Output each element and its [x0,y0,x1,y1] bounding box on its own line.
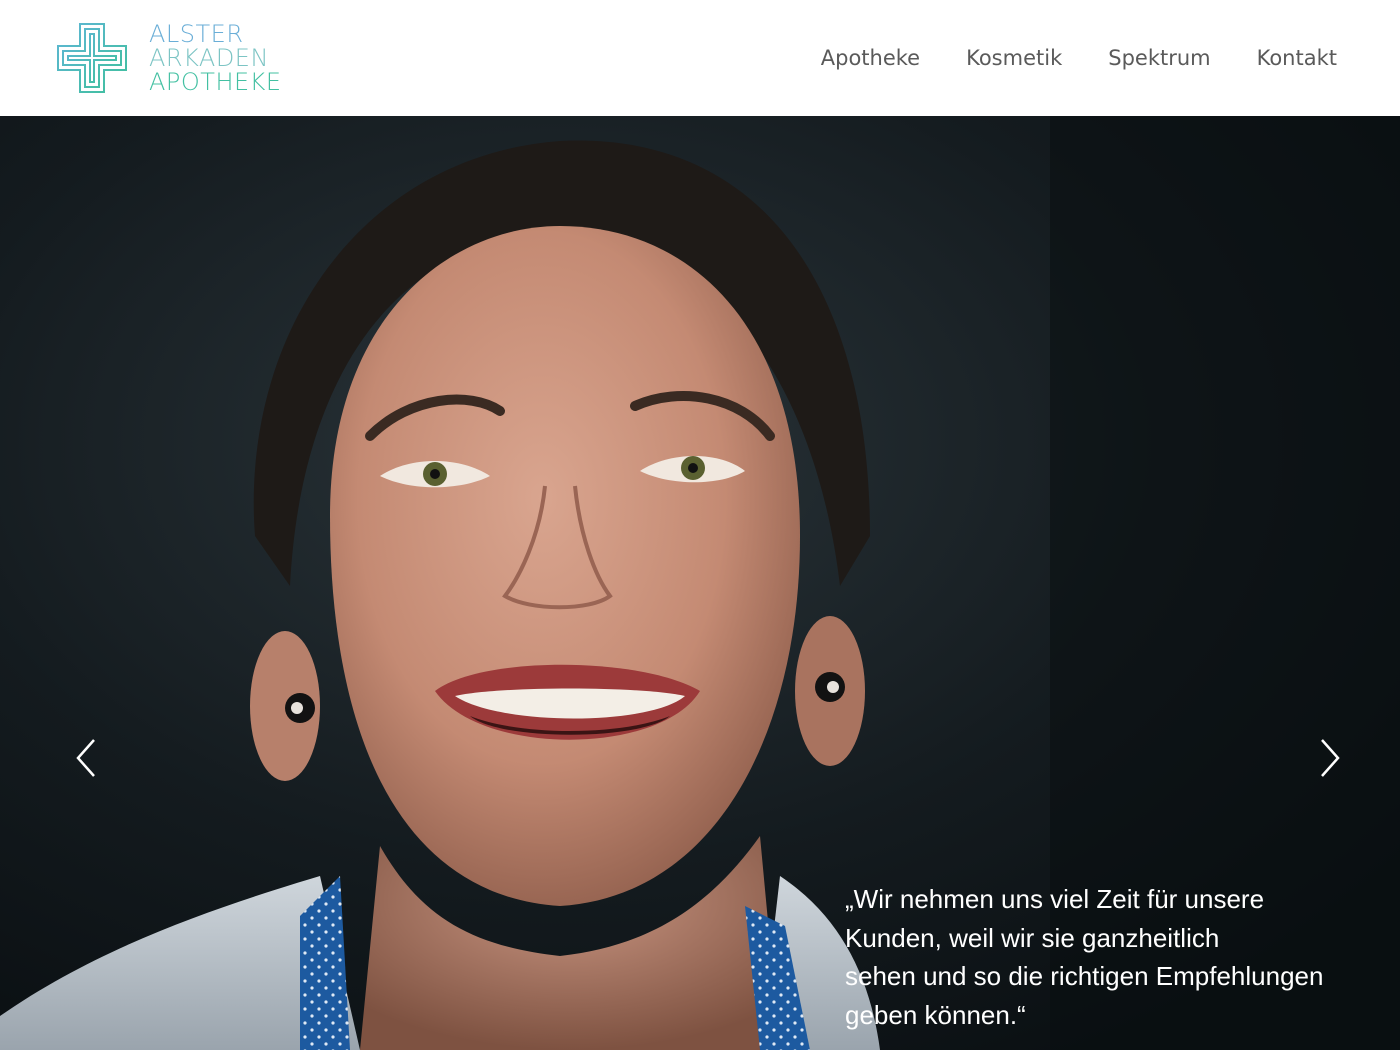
hero-quote-line: geben können.“ [845,999,1026,1030]
logo-line-alster: ALSTER [149,20,244,48]
logo-line-arkaden: ARKADEN [149,44,269,72]
pharmacy-cross-icon [57,23,127,93]
chevron-right-icon[interactable] [1316,736,1346,780]
hero-quote-line: sehen und so die richtigen Empfehlungen [845,961,1324,991]
site-logo[interactable]: ALSTER ARKADEN APOTHEKE [56,22,306,94]
nav-item-kontakt[interactable]: Kontakt [1257,42,1337,74]
nav-item-kosmetik[interactable]: Kosmetik [966,42,1062,74]
chevron-left-icon[interactable] [70,736,100,780]
site-header: ALSTER ARKADEN APOTHEKE Apotheke Kosmeti… [0,0,1400,116]
hero-slider: „Wir nehmen uns viel Zeit für unsere Kun… [0,116,1400,1050]
main-nav: Apotheke Kosmetik Spektrum Kontakt [821,42,1337,74]
hero-quote: „Wir nehmen uns viel Zeit für unsere Kun… [845,880,1375,1034]
logo-line-apotheke: APOTHEKE [149,68,282,96]
nav-item-spektrum[interactable]: Spektrum [1108,42,1210,74]
hero-quote-line: „Wir nehmen uns viel Zeit für unsere [845,884,1265,914]
logo-wordmark: ALSTER ARKADEN APOTHEKE [149,22,309,94]
hero-quote-line: Kunden, weil wir sie ganzheitlich [845,922,1220,953]
nav-item-apotheke[interactable]: Apotheke [821,42,920,74]
